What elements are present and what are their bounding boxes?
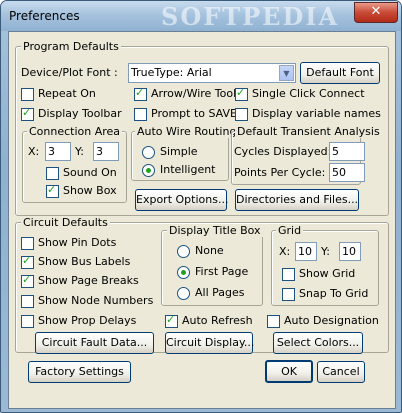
title-first-page-radio[interactable] [177, 266, 190, 279]
show-bus-labels-checkbox[interactable] [21, 254, 34, 269]
transient-analysis-legend: Default Transient Analysis [235, 125, 382, 138]
export-options-button[interactable]: Export Options... [135, 189, 228, 211]
snap-to-grid-checkbox[interactable] [282, 288, 295, 301]
cancel-button[interactable]: Cancel [317, 361, 365, 383]
show-node-numbers-checkbox[interactable] [21, 295, 34, 308]
conn-x-label: X: [28, 145, 40, 158]
show-node-numbers-label: Show Node Numbers [38, 294, 154, 307]
display-title-box-legend: Display Title Box [167, 224, 263, 237]
grid-legend: Grid [276, 224, 304, 237]
auto-designation-checkbox[interactable] [267, 315, 280, 328]
single-click-connect-checkbox[interactable] [235, 86, 248, 101]
cycles-displayed-label: Cycles Displayed: [234, 145, 332, 158]
preferences-window: Preferences SOFTPEDIA ✕ Program Defaults… [0, 0, 402, 413]
show-prop-delays-checkbox[interactable] [21, 315, 34, 328]
show-box-label: Show Box [63, 184, 117, 197]
prompt-to-save-checkbox[interactable] [134, 108, 147, 121]
font-select-value: TrueType: Arial [131, 66, 212, 79]
display-toolbar-checkbox[interactable] [21, 106, 34, 121]
circuit-fault-data-button[interactable]: Circuit Fault Data... [35, 332, 154, 354]
intelligent-radio[interactable] [142, 164, 155, 177]
single-click-connect-label: Single Click Connect [252, 87, 365, 100]
show-page-breaks-checkbox[interactable] [21, 273, 34, 288]
show-pin-dots-checkbox[interactable] [21, 237, 34, 250]
points-per-cycle-input[interactable]: 50 [329, 163, 365, 182]
conn-y-label: Y: [75, 145, 84, 158]
auto-designation-label: Auto Designation [284, 314, 379, 327]
grid-x-input[interactable]: 10 [295, 242, 317, 261]
title-none-radio[interactable] [177, 245, 190, 258]
directories-files-button[interactable]: Directories and Files... [235, 189, 359, 211]
auto-refresh-label: Auto Refresh [182, 314, 253, 327]
show-grid-label: Show Grid [299, 267, 356, 280]
title-all-pages-radio[interactable] [177, 287, 190, 300]
auto-refresh-checkbox[interactable] [165, 313, 178, 328]
repeat-on-checkbox[interactable] [21, 88, 34, 101]
display-variable-names-checkbox[interactable] [235, 108, 248, 121]
repeat-on-label: Repeat On [38, 87, 96, 100]
factory-settings-button[interactable]: Factory Settings [28, 361, 131, 383]
grid-y-input[interactable]: 10 [339, 242, 361, 261]
snap-to-grid-label: Snap To Grid [299, 287, 369, 300]
window-title: Preferences [9, 9, 80, 23]
show-grid-checkbox[interactable] [282, 268, 295, 281]
display-toolbar-label: Display Toolbar [38, 107, 122, 120]
simple-label: Simple [160, 145, 198, 158]
chevron-down-icon[interactable]: ▼ [279, 65, 294, 81]
dialog-client: Program Defaults Device/Plot Font : True… [8, 31, 396, 409]
connection-area-legend: Connection Area [27, 125, 123, 138]
display-variable-names-label: Display variable names [252, 107, 381, 120]
arrow-wire-tool-checkbox[interactable] [134, 86, 147, 101]
select-colors-button[interactable]: Select Colors... [273, 332, 363, 354]
circuit-display-button[interactable]: Circuit Display... [165, 332, 254, 354]
show-page-breaks-label: Show Page Breaks [38, 274, 139, 287]
title-none-label: None [195, 244, 224, 257]
conn-x-input[interactable]: 3 [45, 142, 71, 161]
grid-x-label: X: [279, 245, 291, 258]
show-box-checkbox[interactable] [46, 183, 59, 198]
title-first-page-label: First Page [195, 265, 249, 278]
font-label: Device/Plot Font : [21, 66, 118, 79]
program-defaults-legend: Program Defaults [21, 40, 121, 53]
prompt-to-save-label: Prompt to SAVE [151, 107, 237, 120]
show-bus-labels-label: Show Bus Labels [38, 255, 131, 268]
sound-on-label: Sound On [63, 166, 117, 179]
conn-y-input[interactable]: 3 [93, 142, 119, 161]
circuit-defaults-legend: Circuit Defaults [21, 216, 110, 229]
grid-y-label: Y: [321, 245, 330, 258]
auto-wire-routing-legend: Auto Wire Routing [135, 125, 239, 138]
close-button[interactable]: ✕ [354, 2, 398, 23]
font-select[interactable]: TrueType: Arial ▼ [128, 63, 296, 83]
sound-on-checkbox[interactable] [46, 167, 59, 180]
watermark: SOFTPEDIA [161, 2, 340, 31]
show-prop-delays-label: Show Prop Delays [38, 314, 137, 327]
cycles-displayed-input[interactable]: 5 [329, 142, 365, 161]
ok-button[interactable]: OK [265, 360, 313, 383]
intelligent-label: Intelligent [160, 163, 216, 176]
title-bar[interactable]: Preferences SOFTPEDIA ✕ [1, 1, 401, 31]
points-per-cycle-label: Points Per Cycle: [234, 166, 326, 179]
arrow-wire-tool-label: Arrow/Wire Tool [151, 87, 237, 100]
show-pin-dots-label: Show Pin Dots [38, 236, 117, 249]
simple-radio[interactable] [142, 146, 155, 159]
default-font-button[interactable]: Default Font [300, 62, 380, 84]
title-all-pages-label: All Pages [195, 286, 245, 299]
